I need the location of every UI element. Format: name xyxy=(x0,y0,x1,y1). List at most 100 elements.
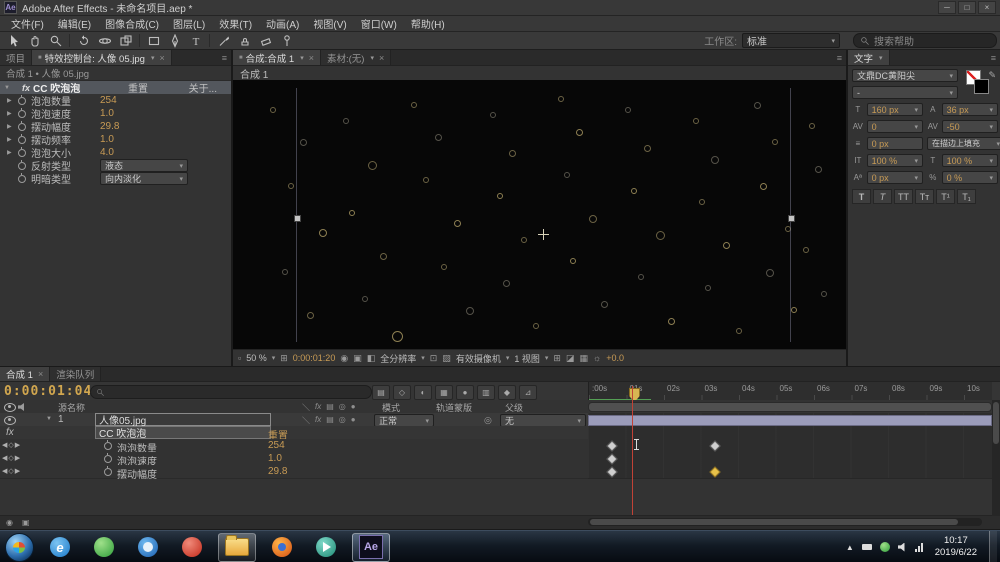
tracking-select[interactable]: -50 ▾ xyxy=(941,120,998,133)
shy-button[interactable]: ◐ xyxy=(414,385,432,400)
show-desktop-button[interactable] xyxy=(989,531,997,562)
keyframe[interactable] xyxy=(605,466,618,478)
stroke-color-swatch[interactable] xyxy=(974,79,989,94)
eyedropper-icon[interactable]: ✎ xyxy=(988,70,996,81)
menu-item[interactable]: 图像合成(C) xyxy=(98,16,166,31)
vertical-scale-select[interactable]: 100 % ▾ xyxy=(866,154,923,167)
keyframe-navigator[interactable]: ◀◇▶ xyxy=(2,454,21,462)
tab-character[interactable]: 文字 ▾ xyxy=(848,50,890,65)
stopwatch-icon[interactable] xyxy=(18,107,26,118)
text-style-toggle[interactable]: T¹ xyxy=(936,189,955,204)
stopwatch-icon[interactable] xyxy=(104,453,112,463)
stopwatch-icon[interactable] xyxy=(18,133,26,144)
property-row[interactable]: ◀◇▶ 泡泡速度 1.0 xyxy=(0,452,1000,468)
snapshot-icon[interactable]: ◉ xyxy=(340,353,348,364)
draft3d-button[interactable]: ◇ xyxy=(393,385,411,400)
stopwatch-icon[interactable] xyxy=(18,159,26,170)
property-value[interactable]: 254 xyxy=(268,440,285,451)
text-style-toggle[interactable]: T xyxy=(873,189,892,204)
taskbar-browser-green-icon[interactable] xyxy=(86,534,122,561)
property-value[interactable]: 29.8 xyxy=(268,466,287,477)
volume-icon[interactable] xyxy=(897,542,905,552)
text-tool[interactable]: T xyxy=(185,33,206,48)
taskbar-red-app-icon[interactable] xyxy=(174,534,210,561)
threed-icon[interactable]: ● xyxy=(351,415,356,426)
layer-handle[interactable] xyxy=(787,215,795,222)
keyframe[interactable] xyxy=(605,440,618,452)
kerning-select[interactable]: 0 ▾ xyxy=(866,120,923,133)
layer-duration-bar[interactable] xyxy=(588,415,992,426)
tab-effect-controls[interactable]: ■ 特效控制台: 人像 05.jpg ▾ × xyxy=(32,50,172,65)
menu-item[interactable]: 效果(T) xyxy=(212,16,259,31)
help-search-input[interactable]: 搜索帮助 xyxy=(853,33,997,48)
power-icon[interactable] xyxy=(861,544,872,550)
twirl-down-icon[interactable]: ▼ xyxy=(46,416,52,422)
twirl-right-icon[interactable]: ▶ xyxy=(7,123,12,130)
scrollbar-thumb[interactable] xyxy=(993,402,999,444)
camera-select[interactable]: 有效摄像机 ▾ xyxy=(456,352,510,365)
motion-blur-icon[interactable]: ◎ xyxy=(339,415,346,426)
text-style-toggle[interactable]: T xyxy=(852,189,871,204)
zoom-tool[interactable] xyxy=(45,33,66,48)
taskbar-explorer-icon[interactable] xyxy=(218,532,256,562)
work-area-bar[interactable] xyxy=(588,402,992,412)
shading-type-select[interactable]: 向内淡化 ▾ xyxy=(100,172,188,185)
menu-item[interactable]: 编辑(E) xyxy=(51,16,98,31)
clone-stamp-tool[interactable] xyxy=(234,33,255,48)
frame-blend-button[interactable]: ▦ xyxy=(435,385,453,400)
pen-tool[interactable] xyxy=(164,33,185,48)
exposure-icon[interactable]: ☼ xyxy=(593,353,601,363)
viewer-timecode[interactable]: 0:00:01:20 xyxy=(293,353,336,363)
close-icon[interactable]: × xyxy=(309,53,314,63)
timeline-effect-name[interactable]: CC 吹泡泡 xyxy=(95,426,271,440)
layer-switches[interactable]: ＼ fx ▤ ◎ ● xyxy=(302,415,356,426)
tab-project[interactable]: 项目 xyxy=(0,50,33,65)
keyframe-navigator[interactable]: ◀◇▶ xyxy=(2,441,21,449)
property-row[interactable]: ◀◇▶ 摆动幅度 29.8 xyxy=(0,465,1000,481)
vertical-scrollbar[interactable] xyxy=(992,400,1000,516)
twirl-right-icon[interactable]: ▶ xyxy=(7,110,12,117)
panel-menu-icon[interactable]: ≡ xyxy=(991,53,996,63)
hidden-icons-button[interactable]: ▲ xyxy=(846,543,854,552)
text-style-toggle[interactable]: Tᴛ xyxy=(915,189,934,204)
expand-layer-switches-button[interactable]: ◉ xyxy=(6,518,13,527)
transparency-grid-icon[interactable]: ▨ xyxy=(442,353,451,364)
minimize-button[interactable]: ─ xyxy=(938,1,956,14)
comp-flowchart-button[interactable]: ▤ xyxy=(372,385,390,400)
region-of-interest-icon[interactable]: ⊡ xyxy=(430,353,438,364)
exposure-value[interactable]: +0.0 xyxy=(606,353,624,363)
keyframe[interactable] xyxy=(605,453,618,465)
menu-item[interactable]: 图层(L) xyxy=(166,16,212,31)
auto-keyframe-button[interactable]: ◆ xyxy=(498,385,516,400)
show-snapshot-icon[interactable]: ▣ xyxy=(353,353,362,364)
brush-tool[interactable] xyxy=(213,33,234,48)
menu-item[interactable]: 视图(V) xyxy=(306,16,353,31)
fx-icon[interactable]: fx xyxy=(315,415,321,426)
time-ruler[interactable]: :00s01s02s03s04s05s06s07s08s09s10s xyxy=(588,382,992,402)
layer-handle-left[interactable] xyxy=(293,88,301,342)
panel-menu-icon[interactable]: ≡ xyxy=(222,53,227,63)
selection-tool[interactable] xyxy=(3,33,24,48)
close-icon[interactable]: × xyxy=(379,53,384,63)
stroke-width-field[interactable]: 0 px xyxy=(866,137,923,150)
keyframe-navigator[interactable]: ◀◇▶ xyxy=(2,467,21,475)
restore-button[interactable]: □ xyxy=(958,1,976,14)
keyframe[interactable] xyxy=(708,440,721,452)
taskbar-media-player-icon[interactable] xyxy=(308,534,344,561)
taskbar-browser-compass-icon[interactable] xyxy=(130,534,166,561)
stopwatch-icon[interactable] xyxy=(104,466,112,476)
expand-transfer-controls-button[interactable]: ▣ xyxy=(22,518,30,527)
twirl-right-icon[interactable]: ▶ xyxy=(7,149,12,156)
close-button[interactable]: × xyxy=(978,1,996,14)
property-value[interactable]: 1.0 xyxy=(268,453,282,464)
current-time-display[interactable]: 0:00:01:04 xyxy=(4,384,92,399)
taskbar-firefox-icon[interactable] xyxy=(264,534,300,561)
property-value[interactable]: 29.8 xyxy=(100,121,119,132)
channels-icon[interactable]: ◧ xyxy=(367,353,376,364)
magnification-select[interactable]: 50 % ▾ xyxy=(246,353,275,363)
safe-guides-icon[interactable]: ⊞ xyxy=(280,353,288,364)
timeline-icon[interactable]: ◪ xyxy=(566,353,575,364)
stopwatch-icon[interactable] xyxy=(104,440,112,450)
view-layout-select[interactable]: 1 视图 ▾ xyxy=(514,352,548,365)
taskbar-ie-icon[interactable]: e xyxy=(42,534,78,561)
